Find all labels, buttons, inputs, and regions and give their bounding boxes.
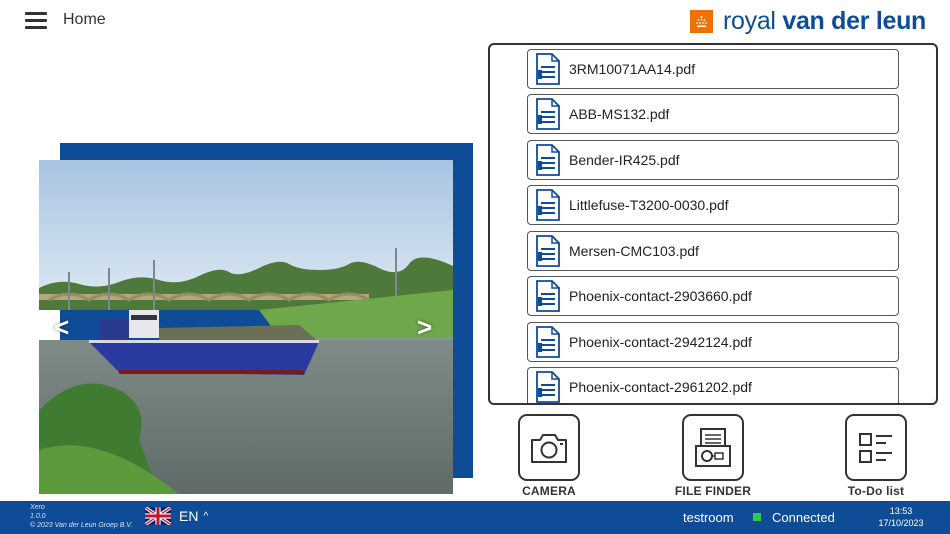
file-name: Bender-IR425.pdf [569, 152, 680, 168]
chevron-up-icon: ^ [203, 510, 209, 522]
carousel-prev-button[interactable]: < [54, 312, 69, 343]
file-item[interactable]: 3RM10071AA14.pdf [527, 49, 899, 89]
file-item[interactable]: Phoenix-contact-2942124.pdf [527, 322, 899, 362]
todo-list-label: To-Do list [847, 484, 905, 498]
file-name: Mersen-CMC103.pdf [569, 243, 699, 259]
file-name: ABB-MS132.pdf [569, 106, 670, 122]
language-label: EN [179, 508, 199, 524]
company-logo: royal van der leun [690, 7, 926, 35]
copyright: © 2023 Van der Leun Groep B.V. [30, 522, 133, 529]
carousel-next-button[interactable]: > [417, 312, 432, 343]
clock-date: 17/10/2023 [878, 518, 924, 528]
file-item[interactable]: Phoenix-contact-2903660.pdf [527, 276, 899, 316]
file-name: Phoenix-contact-2903660.pdf [569, 288, 752, 304]
file-item[interactable]: ABB-MS132.pdf [527, 94, 899, 134]
file-item[interactable]: Littlefuse-T3200-0030.pdf [527, 185, 899, 225]
environment-name: testroom [683, 510, 734, 525]
file-item[interactable]: Bender-IR425.pdf [527, 140, 899, 180]
connection-status-icon [753, 513, 761, 521]
clock: 13:53 17/10/2023 [872, 505, 930, 529]
hamburger-menu-icon[interactable] [25, 12, 47, 30]
pdf-document-icon [536, 98, 560, 130]
file-finder-icon [695, 427, 731, 467]
pdf-document-icon [536, 235, 560, 267]
file-name: 3RM10071AA14.pdf [569, 61, 696, 77]
language-selector[interactable]: EN ^ [145, 507, 208, 525]
file-name: Phoenix-contact-2942124.pdf [569, 334, 752, 350]
pdf-document-icon [536, 280, 560, 312]
pdf-document-icon [536, 371, 560, 403]
camera-icon [531, 433, 567, 463]
carousel-photo [39, 160, 453, 494]
file-list-panel[interactable]: 3RM10071AA14.pdf ABB-MS132.pdf Bender-IR… [488, 43, 938, 405]
connection-status: Connected [772, 510, 835, 525]
app-version: 1.0.0 [30, 513, 46, 520]
page-title: Home [63, 11, 106, 28]
file-finder-label: FILE FINDER [674, 484, 752, 498]
app-name: Xero [30, 504, 45, 511]
crown-logo-icon [690, 9, 713, 33]
camera-button[interactable]: CAMERA [511, 414, 587, 498]
pdf-document-icon [536, 326, 560, 358]
file-name: Phoenix-contact-2961202.pdf [569, 379, 752, 395]
checklist-icon [859, 432, 892, 463]
pdf-document-icon [536, 144, 560, 176]
file-name: Littlefuse-T3200-0030.pdf [569, 197, 729, 213]
camera-label: CAMERA [522, 484, 576, 498]
file-item[interactable]: Mersen-CMC103.pdf [527, 231, 899, 271]
pdf-document-icon [536, 189, 560, 221]
file-finder-button[interactable]: FILE FINDER [670, 414, 756, 498]
clock-time: 13:53 [889, 506, 913, 516]
uk-flag-icon [145, 507, 171, 525]
todo-list-button[interactable]: To-Do list [838, 414, 914, 498]
pdf-document-icon [536, 53, 560, 85]
logo-wordmark: royal van der leun [723, 7, 927, 35]
status-bar: Xero 1.0.0 © 2023 Van der Leun Groep B.V… [0, 501, 950, 534]
app-info: Xero 1.0.0 © 2023 Van der Leun Groep B.V… [30, 503, 132, 530]
file-item[interactable]: Phoenix-contact-2961202.pdf [527, 367, 899, 403]
